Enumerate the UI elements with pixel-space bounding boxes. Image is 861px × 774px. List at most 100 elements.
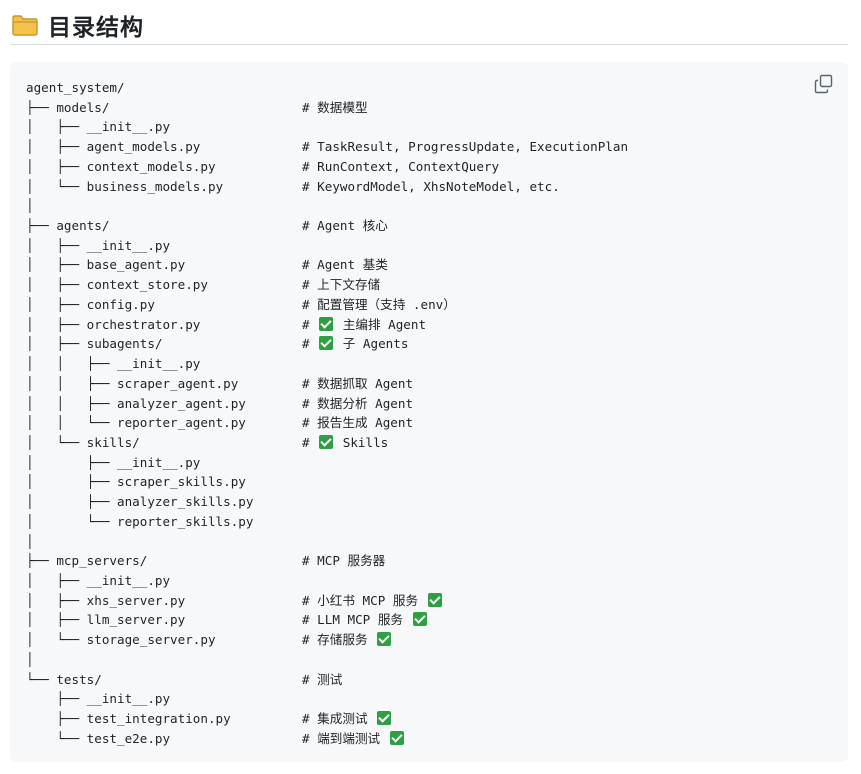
comment-text: # 端到端测试 xyxy=(302,730,388,746)
comment-text-after: 主编排 Agent xyxy=(335,316,427,332)
tree-line: │ ├── config.py # 配置管理（支持 .env） xyxy=(26,295,456,315)
tree-path: │ │ ├── scraper_agent.py xyxy=(26,375,239,391)
tree-comment: # 报告生成 Agent xyxy=(302,413,413,433)
comment-text: # 测试 xyxy=(302,671,343,687)
tree-line: │ ├── __init__.py xyxy=(26,117,253,137)
code-block: agent_system/ ├── models/ # 数据模型 │ ├── __in… xyxy=(10,62,848,762)
tree-comment: # 数据模型 xyxy=(302,98,368,118)
section-heading: 目录结构 xyxy=(10,6,848,45)
tree-comment: # 小红书 MCP 服务 xyxy=(302,591,444,611)
tree-path: │ └── storage_server.py xyxy=(26,632,216,648)
tree-path: │ ├── scraper_skills.py xyxy=(26,474,246,490)
tree-path: │ ├── __init__.py xyxy=(26,119,171,135)
tree-line: ├── __init__.py xyxy=(26,689,253,709)
tree-line: │ ├── context_store.py # 上下文存储 xyxy=(26,275,380,295)
comment-text: # TaskResult, ProgressUpdate, ExecutionP… xyxy=(302,139,629,155)
tree-path: │ xyxy=(26,198,34,214)
comment-text: # 集成测试 xyxy=(302,711,376,726)
tree-path: │ └── skills/ xyxy=(26,434,140,450)
tree-line: │ xyxy=(26,196,253,216)
tree-line: │ ├── context_models.py # RunContext, Con… xyxy=(26,157,499,177)
comment-text: # 数据抓取 Agent xyxy=(302,375,414,391)
tree-line: │ ├── scraper_skills.py xyxy=(26,472,253,492)
tree-comment: # 上下文存储 xyxy=(302,275,380,295)
tree-line: ├── models/ # 数据模型 xyxy=(26,98,368,118)
tree-line: │ ├── agent_models.py # TaskResult, Progr… xyxy=(26,137,628,157)
tree-path: ├── models/ xyxy=(26,99,110,115)
tree-line: │ ├── orchestrator.py # 主编排 Agent xyxy=(26,315,426,335)
tree-path: │ ├── __init__.py xyxy=(26,237,171,253)
comment-text: # 上下文存储 xyxy=(302,277,381,293)
tree-line: │ ├── llm_server.py # LLM MCP 服务 xyxy=(26,610,427,630)
page-title: 目录结构 xyxy=(48,15,144,41)
tree-path: ├── test_integration.py xyxy=(26,711,231,726)
tree-path: └── test_e2e.py xyxy=(26,730,171,746)
tree-path: │ xyxy=(26,533,34,549)
tree-path: │ ├── agent_models.py xyxy=(26,139,201,155)
tree-path: │ xyxy=(26,651,34,667)
tree-comment: # Skills xyxy=(302,433,388,453)
tree-line: │ ├── base_agent.py # Agent 基类 xyxy=(26,255,388,275)
comment-text: # KeywordModel, XhsNoteModel, etc. xyxy=(302,178,560,194)
tree-line: │ xyxy=(26,532,253,552)
comment-text: # 小红书 MCP 服务 xyxy=(302,592,426,608)
comment-text: # MCP 服务器 xyxy=(302,553,386,569)
tree-line: │ ├── __init__.py xyxy=(26,453,253,473)
tree-comment: # Agent 核心 xyxy=(302,216,388,236)
tree-comment: # 集成测试 xyxy=(302,709,393,729)
copy-icon[interactable] xyxy=(814,74,834,94)
tree-line: │ │ └── reporter_agent.py # 报告生成 Agent xyxy=(26,413,413,433)
tree-comment: # 存储服务 xyxy=(302,630,393,650)
tree-line: ├── test_integration.py # 集成测试 xyxy=(26,709,392,729)
comment-text: # 报告生成 Agent xyxy=(302,415,414,431)
tree-line: ├── agents/ # Agent 核心 xyxy=(26,216,388,236)
comment-text: # xyxy=(302,336,318,352)
comment-text: # 数据分析 Agent xyxy=(302,395,414,411)
check-icon xyxy=(377,632,392,647)
tree-line: │ └── reporter_skills.py xyxy=(26,512,253,532)
tree-path: │ ├── xhs_server.py xyxy=(26,592,186,608)
comment-text: # RunContext, ContextQuery xyxy=(302,158,500,174)
tree-path: │ │ ├── __init__.py xyxy=(26,356,201,372)
tree-path: │ ├── config.py xyxy=(26,296,155,312)
comment-text: # Agent 基类 xyxy=(302,257,388,273)
comment-text: # LLM MCP 服务 xyxy=(302,612,411,628)
comment-text: # 存储服务 xyxy=(302,632,376,648)
tree-path: │ ├── context_store.py xyxy=(26,277,208,293)
tree-comment: # LLM MCP 服务 xyxy=(302,610,429,630)
comment-text: # xyxy=(302,316,318,332)
check-icon xyxy=(427,592,442,607)
tree-path: │ ├── analyzer_skills.py xyxy=(26,494,254,510)
comment-text: # 数据模型 xyxy=(302,99,368,115)
tree-line: │ └── storage_server.py # 存储服务 xyxy=(26,630,392,650)
tree-comment: # RunContext, ContextQuery xyxy=(302,157,499,177)
tree-line: │ │ ├── analyzer_agent.py # 数据分析 Agent xyxy=(26,394,413,414)
tree-line: │ ├── __init__.py xyxy=(26,236,253,256)
tree-line: └── tests/ # 测试 xyxy=(26,670,342,690)
tree-path: │ ├── base_agent.py xyxy=(26,257,186,273)
tree-path: │ ├── llm_server.py xyxy=(26,612,186,628)
tree-line: agent_system/ xyxy=(26,78,253,98)
tree-comment: # MCP 服务器 xyxy=(302,551,385,571)
tree-line: │ ├── subagents/ # 子 Agents xyxy=(26,334,408,354)
tree-path: ├── mcp_servers/ xyxy=(26,553,148,569)
tree-path: │ └── business_models.py xyxy=(26,178,224,194)
tree-line: │ ├── xhs_server.py # 小红书 MCP 服务 xyxy=(26,591,442,611)
tree-comment: # KeywordModel, XhsNoteModel, etc. xyxy=(302,177,560,197)
comment-text-after: Skills xyxy=(335,434,389,450)
tree-line: │ ├── __init__.py xyxy=(26,571,253,591)
comment-text: # Agent 核心 xyxy=(302,218,388,234)
tree-comment: # 配置管理（支持 .env） xyxy=(302,295,456,315)
tree-line: │ └── business_models.py # KeywordModel, … xyxy=(26,177,560,197)
tree-path: agent_system/ xyxy=(26,80,125,95)
tree-line: ├── mcp_servers/ # MCP 服务器 xyxy=(26,551,385,571)
tree-line: │ │ ├── scraper_agent.py # 数据抓取 Agent xyxy=(26,374,413,394)
tree-path: └── tests/ xyxy=(26,671,102,687)
tree-path: │ ├── __init__.py xyxy=(26,454,201,470)
check-icon xyxy=(319,316,334,331)
check-icon xyxy=(389,730,404,745)
comment-text: # xyxy=(302,434,318,450)
tree-comment: # 数据抓取 Agent xyxy=(302,374,413,394)
comment-text: # 配置管理（支持 .env） xyxy=(302,296,456,312)
tree-comment: # Agent 基类 xyxy=(302,255,388,275)
